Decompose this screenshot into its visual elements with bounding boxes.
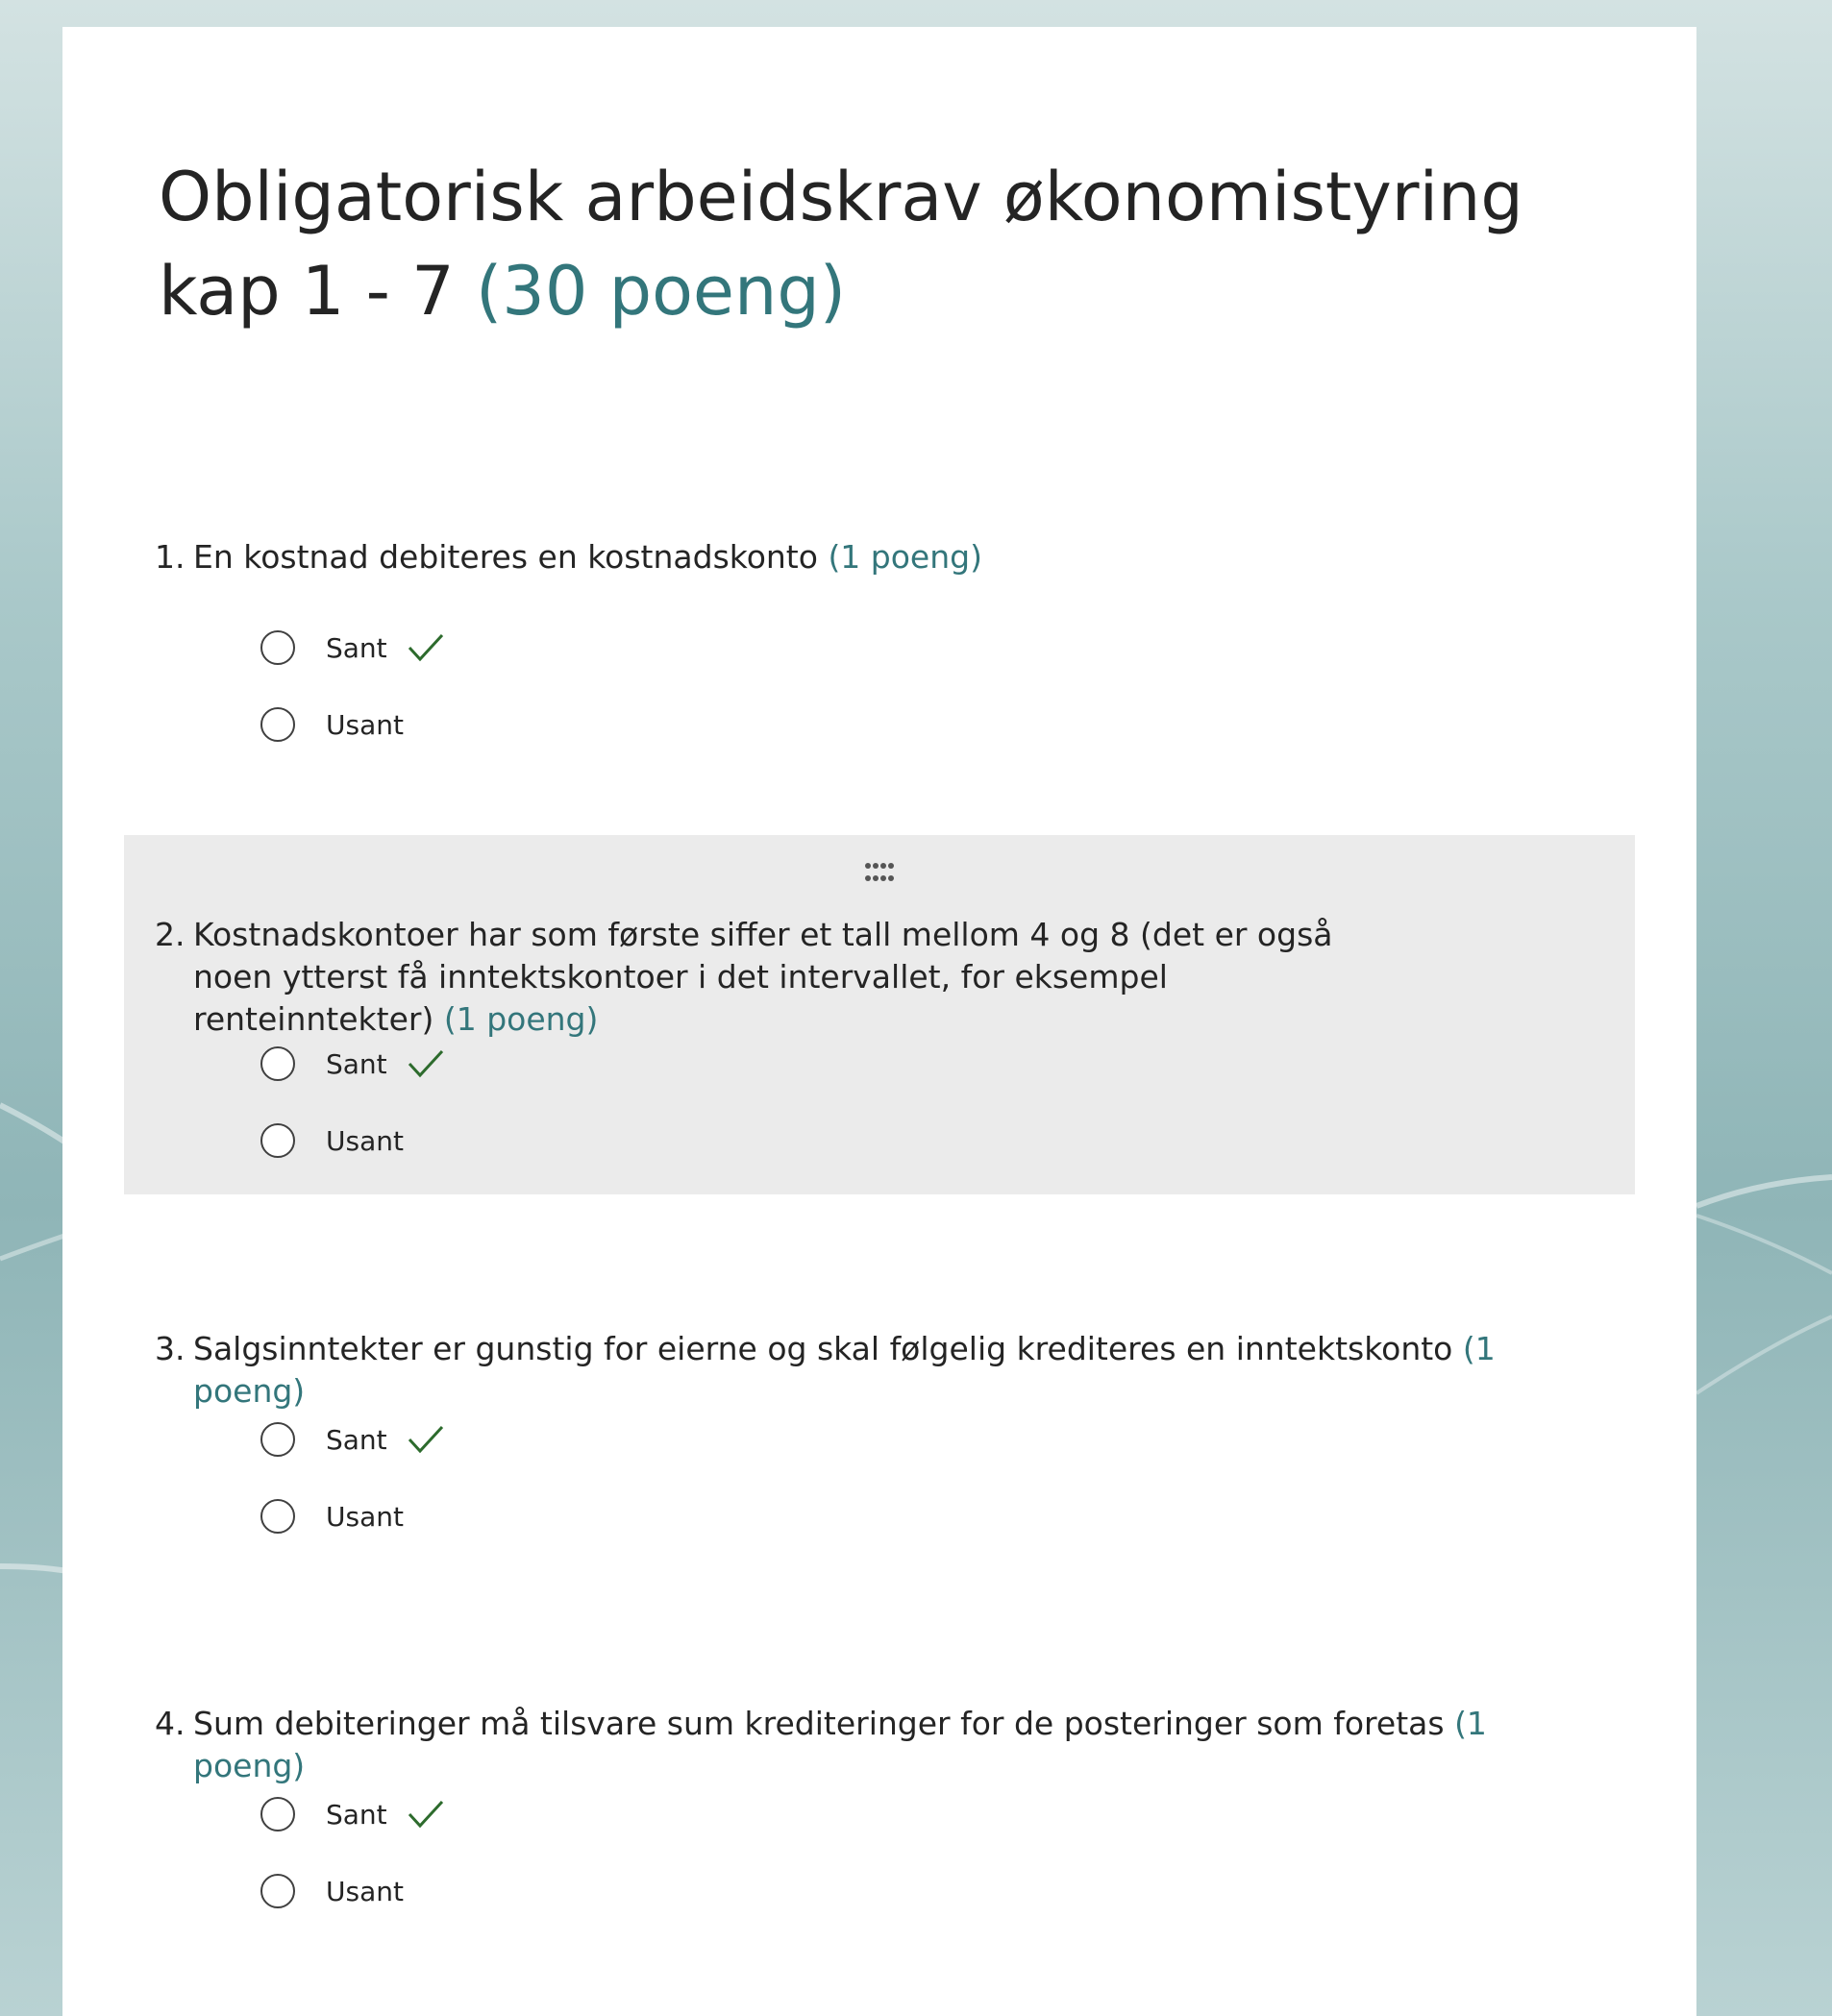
option-label: Sant	[326, 1423, 387, 1456]
question-4: 4. Sum debiteringer må tilsvare sum kred…	[124, 1674, 1635, 1962]
question-text: Salgsinntekter er gunstig for eierne og …	[193, 1330, 1453, 1367]
option-label: Usant	[326, 1875, 404, 1907]
question-2-text: 2. Kostnadskontoer har som første siffer…	[155, 914, 1366, 1041]
form-title: Obligatorisk arbeidskrav økonomistyring …	[159, 150, 1629, 338]
radio-button[interactable]	[260, 1874, 295, 1908]
option-label: Sant	[326, 1798, 387, 1831]
question-4-text: 4. Sum debiteringer må tilsvare sum kred…	[155, 1703, 1597, 1787]
question-3: 3. Salgsinntekter er gunstig for eierne …	[124, 1299, 1635, 1587]
option-sant[interactable]: Sant	[260, 1043, 645, 1085]
radio-button[interactable]	[260, 1797, 295, 1832]
question-number: 2.	[155, 916, 186, 953]
option-usant[interactable]: Usant	[260, 703, 645, 746]
correct-answer-check-icon	[408, 1425, 443, 1454]
total-points: (30 poeng)	[476, 252, 847, 331]
question-number: 1.	[155, 538, 186, 576]
option-sant[interactable]: Sant	[260, 1418, 645, 1461]
question-1-text: 1. En kostnad debiteres en kostnadskonto…	[155, 536, 1481, 578]
drag-handle-icon[interactable]	[864, 862, 895, 883]
option-label: Usant	[326, 708, 404, 741]
option-sant[interactable]: Sant	[260, 1793, 645, 1835]
question-3-text: 3. Salgsinntekter er gunstig for eierne …	[155, 1328, 1597, 1413]
radio-button[interactable]	[260, 1123, 295, 1158]
option-usant[interactable]: Usant	[260, 1119, 645, 1162]
correct-answer-check-icon	[408, 1800, 443, 1829]
correct-answer-check-icon	[408, 1049, 443, 1078]
correct-answer-check-icon	[408, 633, 443, 662]
option-label: Sant	[326, 1047, 387, 1080]
radio-button[interactable]	[260, 630, 295, 665]
question-number: 3.	[155, 1330, 186, 1367]
radio-button[interactable]	[260, 1422, 295, 1457]
question-number: 4.	[155, 1705, 186, 1742]
question-text: Sum debiteringer må tilsvare sum kredite…	[193, 1705, 1445, 1742]
option-usant[interactable]: Usant	[260, 1870, 645, 1912]
question-1: 1. En kostnad debiteres en kostnadskonto…	[124, 507, 1635, 796]
question-points: (1 poeng)	[828, 538, 982, 576]
question-points: (1 poeng)	[443, 1000, 599, 1038]
form-card: Obligatorisk arbeidskrav økonomistyring …	[62, 27, 1696, 2016]
radio-button[interactable]	[260, 1499, 295, 1534]
radio-button[interactable]	[260, 1046, 295, 1081]
question-2[interactable]: 2. Kostnadskontoer har som første siffer…	[124, 835, 1635, 1194]
option-label: Usant	[326, 1124, 404, 1157]
option-usant[interactable]: Usant	[260, 1495, 645, 1537]
option-label: Usant	[326, 1500, 404, 1533]
option-label: Sant	[326, 631, 387, 664]
question-text: Kostnadskontoer har som første siffer et…	[193, 916, 1333, 1038]
radio-button[interactable]	[260, 707, 295, 742]
question-text: En kostnad debiteres en kostnadskonto	[193, 538, 818, 576]
option-sant[interactable]: Sant	[260, 627, 645, 669]
